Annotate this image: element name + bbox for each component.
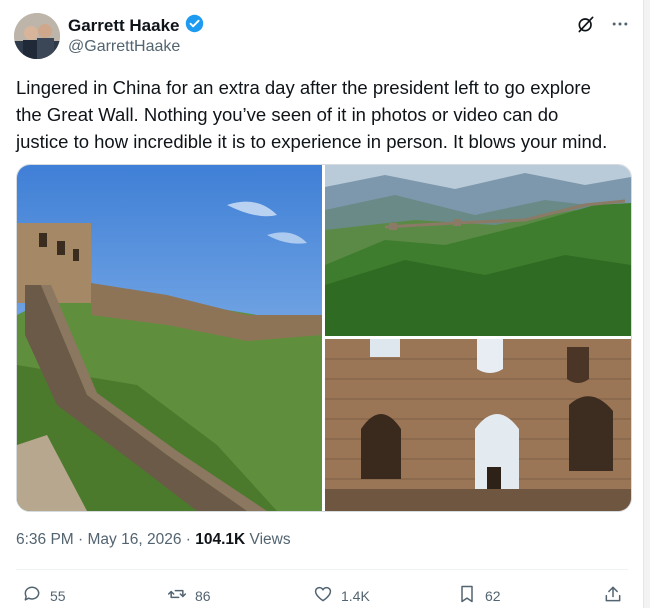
window-edge bbox=[643, 0, 650, 608]
tweet-text-line: justice to how incredible it is to exper… bbox=[16, 131, 608, 152]
repost-button[interactable]: 86 bbox=[167, 584, 211, 607]
photo-great-wall-ramp[interactable] bbox=[17, 165, 322, 511]
bookmark-icon bbox=[457, 584, 477, 607]
tweet-text-line: Lingered in China for an extra day after… bbox=[16, 77, 591, 98]
views-count: 104.1K bbox=[195, 531, 246, 548]
bookmark-button[interactable]: 62 bbox=[457, 584, 501, 607]
like-count: 1.4K bbox=[341, 587, 370, 604]
repost-count: 86 bbox=[195, 587, 211, 604]
media-grid bbox=[16, 164, 632, 512]
reply-button[interactable]: 55 bbox=[22, 584, 66, 607]
share-button[interactable] bbox=[603, 584, 623, 607]
photo-mountain-ridge[interactable] bbox=[325, 165, 631, 336]
tweet-text-line: the Great Wall. Nothing you’ve seen of i… bbox=[16, 104, 559, 125]
repost-icon bbox=[167, 584, 187, 607]
views-label: Views bbox=[245, 531, 291, 548]
divider bbox=[16, 569, 628, 570]
tweet-meta: 6:36 PM · May 16, 2026 · 104.1K Views bbox=[16, 531, 291, 549]
avatar[interactable] bbox=[14, 13, 60, 59]
like-button[interactable]: 1.4K bbox=[313, 584, 370, 607]
tweet-date[interactable]: May 16, 2026 bbox=[88, 531, 182, 548]
bookmark-count: 62 bbox=[485, 587, 501, 604]
more-dots-icon[interactable] bbox=[610, 14, 630, 39]
slash-circle-icon[interactable] bbox=[576, 14, 596, 39]
reply-icon bbox=[22, 584, 42, 607]
reply-count: 55 bbox=[50, 587, 66, 604]
share-icon bbox=[603, 584, 623, 607]
heart-icon bbox=[313, 584, 333, 607]
user-name[interactable]: Garrett Haake bbox=[68, 16, 180, 36]
tweet-text: Lingered in China for an extra day after… bbox=[16, 74, 628, 155]
photo-watchtower-arches[interactable] bbox=[325, 339, 631, 511]
action-bar: 55 86 1.4K 62 bbox=[0, 582, 650, 608]
meta-separator: · bbox=[181, 531, 196, 548]
meta-separator: · bbox=[73, 531, 88, 548]
tweet-time[interactable]: 6:36 PM bbox=[16, 531, 74, 548]
user-handle[interactable]: @GarrettHaake bbox=[68, 38, 180, 56]
verified-badge-icon bbox=[185, 14, 204, 38]
